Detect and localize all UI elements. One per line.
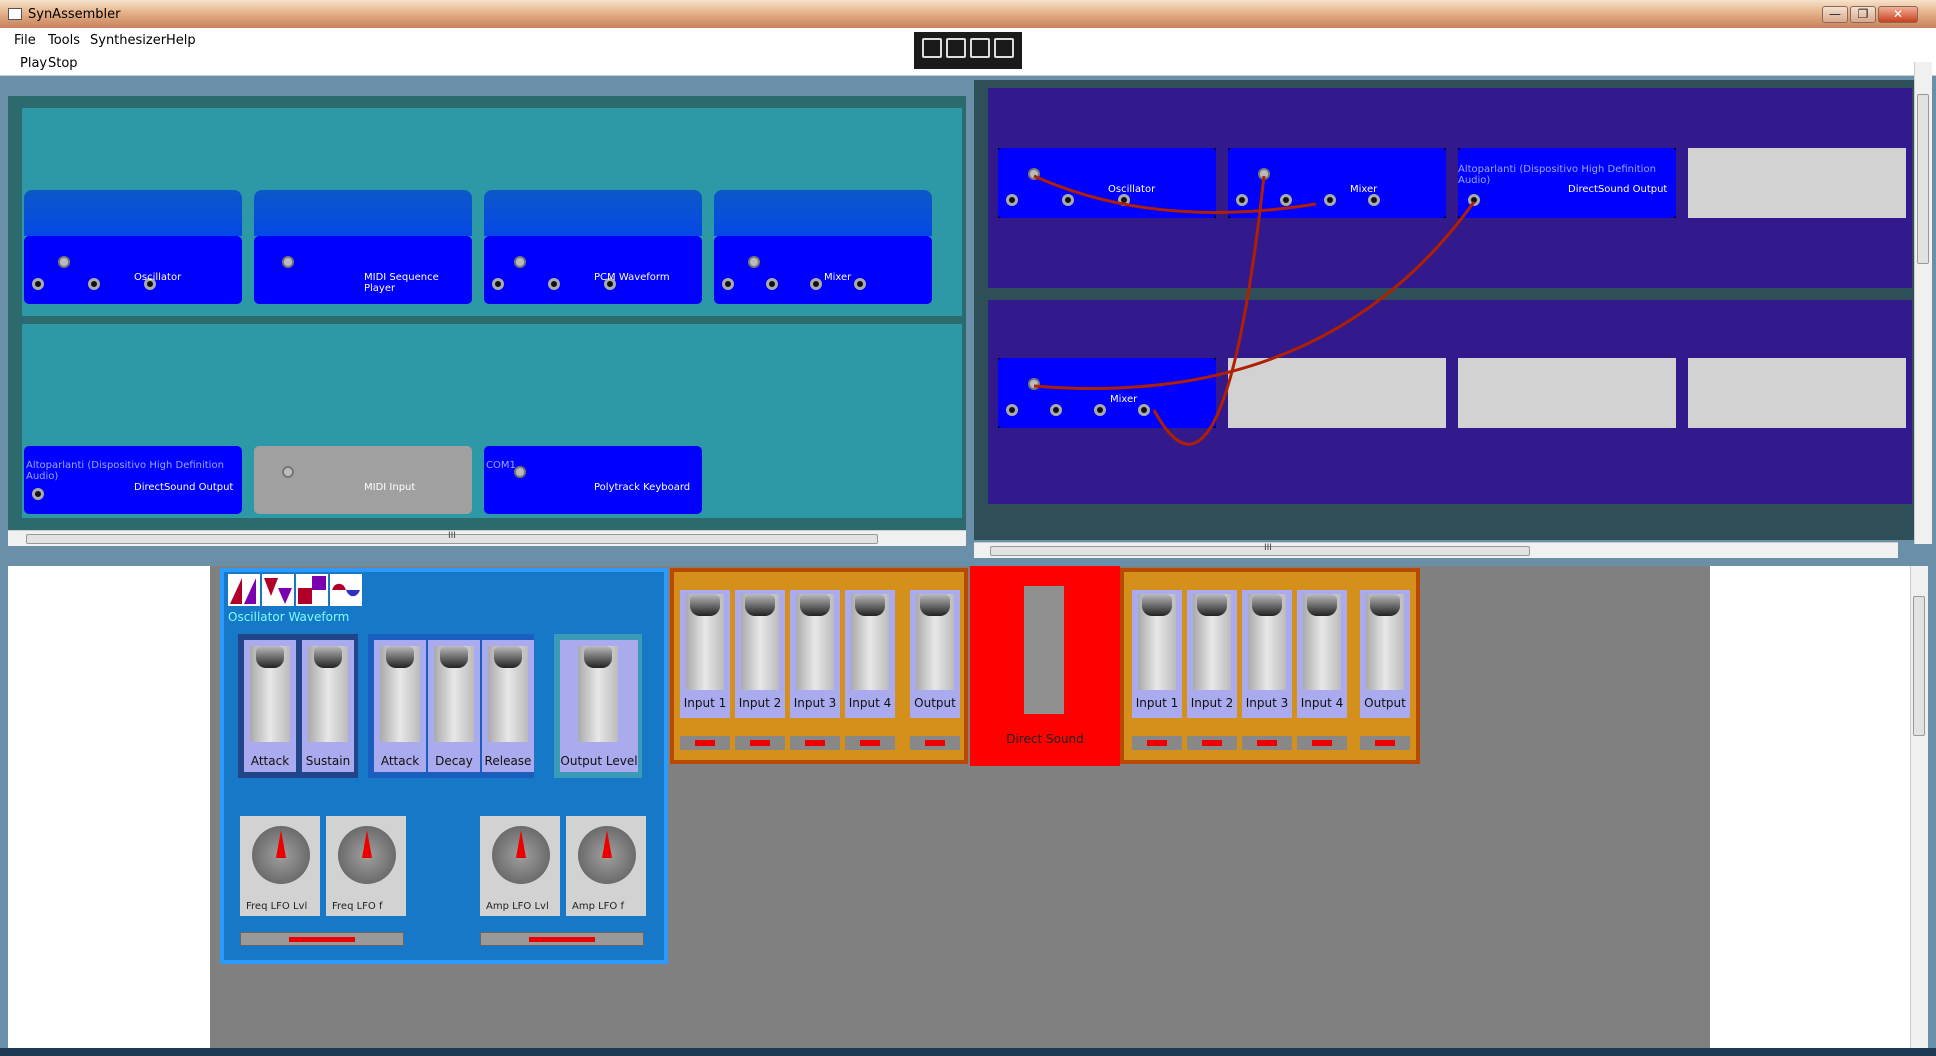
mixer-editor-1: Input 1 Input 2 Input 3 Input 4 Output	[670, 568, 968, 764]
sustain-slider[interactable]: Sustain	[302, 640, 354, 772]
app-icon	[8, 8, 22, 20]
editor-margin-right	[1710, 566, 1910, 1050]
freq-lfo-freq-knob[interactable]: Freq LFO f	[326, 816, 406, 916]
oscillator-waveform-title: Oscillator Waveform	[228, 610, 350, 624]
triangle-wave-icon[interactable]	[262, 574, 294, 606]
module-label: MIDI Sequence Player	[364, 272, 439, 294]
maximize-button[interactable]: ❐	[1850, 6, 1876, 23]
window-title: SynAssembler	[28, 7, 121, 22]
module-sub: COM1	[486, 460, 516, 471]
input-3-slider[interactable]: Input 3	[790, 590, 840, 718]
patch-editor-panel: Oscillator Mixer Altoparlanti (Dispositi…	[974, 80, 1914, 540]
right-v-scrollbar[interactable]	[1914, 62, 1932, 544]
menu-synthesizer[interactable]: Synthesizer	[90, 33, 166, 48]
cable-osc-to-mixer	[1033, 174, 1317, 214]
sawtooth-wave-icon[interactable]	[228, 574, 260, 606]
amp-lfo-freq-knob[interactable]: Amp LFO f	[566, 816, 646, 916]
input-1-meter	[680, 736, 730, 750]
direct-sound-label: Direct Sound	[1006, 732, 1084, 746]
module-label: Oscillator	[134, 272, 182, 283]
input-4-meter	[845, 736, 895, 750]
input-2-slider[interactable]: Input 2	[1187, 590, 1237, 718]
lib-mixer-module[interactable]: Mixer	[714, 190, 932, 304]
output-level-slider[interactable]: Output Level	[560, 640, 638, 772]
amp-lfo-bar	[480, 932, 644, 946]
amp-lfo-level-knob[interactable]: Amp LFO Lvl	[480, 816, 560, 916]
output-slider[interactable]: Output	[1360, 590, 1410, 718]
module-label: DirectSound Output	[134, 482, 234, 493]
left-h-scrollbar[interactable]: III	[8, 530, 966, 546]
input-4-slider[interactable]: Input 4	[1297, 590, 1347, 718]
attack-slider-2[interactable]: Attack	[374, 640, 426, 772]
os-taskbar	[0, 1048, 1936, 1056]
input-3-meter	[790, 736, 840, 750]
input-4-meter	[1297, 736, 1347, 750]
input-2-meter	[735, 736, 785, 750]
bottom-v-scrollbar[interactable]	[1910, 566, 1928, 1050]
module-label: Polytrack Keyboard	[594, 482, 691, 493]
connect-icon[interactable]	[994, 38, 1014, 58]
editor-margin-left	[8, 566, 210, 1050]
app-window: SynAssembler — ❐ ✕ File Tools Synthesize…	[0, 0, 1936, 1056]
attack-slider[interactable]: Attack	[244, 640, 296, 772]
input-1-meter	[1132, 736, 1182, 750]
play-button[interactable]: Play	[20, 56, 47, 71]
module-sub: Altoparlanti (Dispositivo High Definitio…	[26, 460, 224, 482]
cable-output-to-mixer2	[1033, 201, 1476, 390]
volume-slider[interactable]	[1024, 586, 1064, 714]
square-wave-icon[interactable]	[296, 574, 328, 606]
lib-midi-sequence-player-module[interactable]: MIDI Sequence Player	[254, 190, 472, 304]
stop-button[interactable]: Stop	[48, 56, 78, 71]
module-label: PCM Waveform	[594, 272, 670, 283]
input-2-meter	[1187, 736, 1237, 750]
freq-lfo-bar	[240, 932, 404, 946]
lib-oscillator-module[interactable]: Oscillator	[24, 190, 242, 304]
input-4-slider[interactable]: Input 4	[845, 590, 895, 718]
module-label: MIDI Input	[364, 482, 416, 493]
output-meter	[910, 736, 960, 750]
direct-sound-editor: Direct Sound	[970, 566, 1120, 766]
module-label: Mixer	[824, 272, 852, 283]
close-button[interactable]: ✕	[1878, 6, 1918, 23]
floating-toolstrip	[914, 32, 1022, 69]
cable-mixer-to-mixer2	[1152, 175, 1266, 446]
lib-midi-input-module[interactable]: MIDI Input	[254, 446, 472, 514]
mixer-editor-2: Input 1 Input 2 Input 3 Input 4 Output	[1120, 568, 1420, 764]
menu-help[interactable]: Help	[166, 33, 196, 48]
freq-lfo-level-knob[interactable]: Freq LFO Lvl	[240, 816, 320, 916]
fit-view-icon[interactable]	[970, 38, 990, 58]
lib-polytrack-keyboard-module[interactable]: COM1 Polytrack Keyboard	[484, 446, 702, 514]
input-2-slider[interactable]: Input 2	[735, 590, 785, 718]
add-module-icon[interactable]	[922, 38, 942, 58]
sine-wave-icon[interactable]	[330, 574, 362, 606]
output-slider[interactable]: Output	[910, 590, 960, 718]
select-icon[interactable]	[946, 38, 966, 58]
right-h-scrollbar[interactable]: III	[974, 542, 1898, 558]
oscillator-editor: Oscillator Waveform Attack Sustain Attac…	[220, 568, 668, 964]
menu-file[interactable]: File	[14, 33, 36, 48]
input-1-slider[interactable]: Input 1	[1132, 590, 1182, 718]
minimize-button[interactable]: —	[1822, 6, 1848, 23]
lib-pcm-waveform-module[interactable]: PCM Waveform	[484, 190, 702, 304]
module-library-panel: Oscillator MIDI Sequence Player PCM Wave…	[8, 96, 966, 546]
input-1-slider[interactable]: Input 1	[680, 590, 730, 718]
patch-cables	[1033, 174, 1476, 446]
menu-tools[interactable]: Tools	[48, 33, 80, 48]
decay-slider[interactable]: Decay	[428, 640, 480, 772]
release-slider[interactable]: Release	[482, 640, 534, 772]
input-3-slider[interactable]: Input 3	[1242, 590, 1292, 718]
output-meter	[1360, 736, 1410, 750]
input-3-meter	[1242, 736, 1292, 750]
lib-directsound-output-module[interactable]: Altoparlanti (Dispositivo High Definitio…	[24, 446, 242, 514]
title-bar: SynAssembler — ❐ ✕	[0, 0, 1936, 28]
